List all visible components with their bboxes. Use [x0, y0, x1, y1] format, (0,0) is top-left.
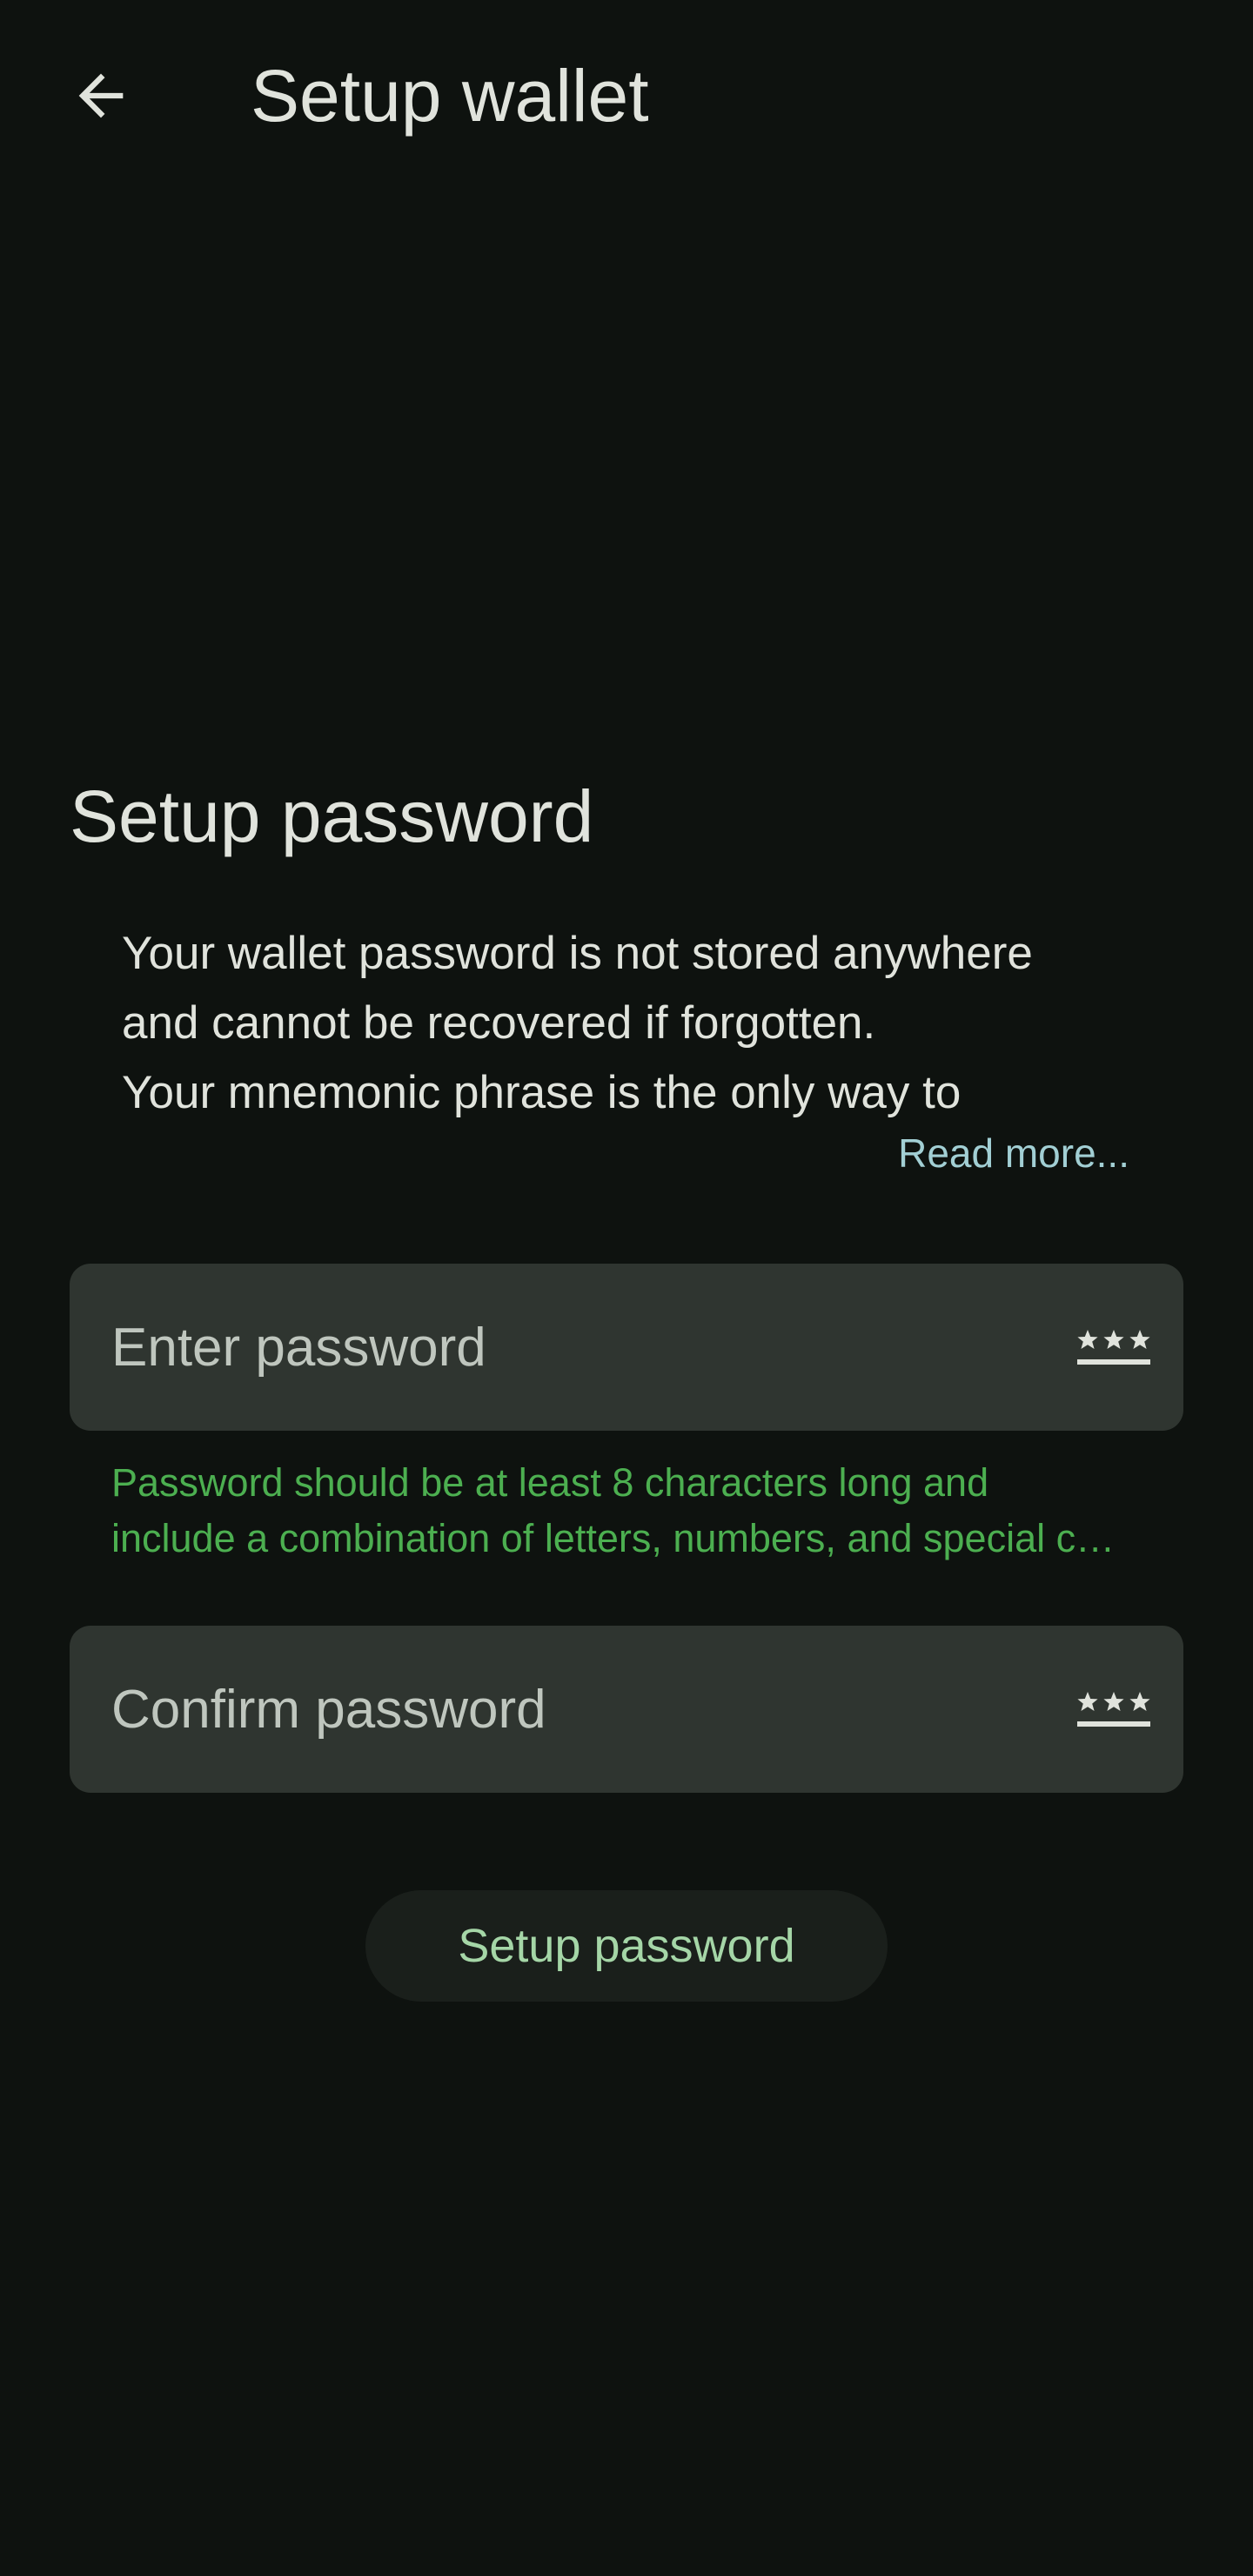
password-mask-icon[interactable]	[1075, 1683, 1152, 1735]
back-button[interactable]	[49, 45, 153, 150]
setup-wallet-screen: Setup wallet Setup password Your wallet …	[0, 0, 1253, 2576]
hint-line: include a combination of letters, number…	[111, 1516, 1121, 1560]
section-title: Setup password	[70, 775, 594, 857]
info-line: and cannot be recovered if forgotten.	[122, 997, 876, 1049]
password-requirements-hint: Password should be at least 8 characters…	[111, 1455, 1121, 1566]
read-more-link[interactable]: Read more...	[898, 1123, 1129, 1184]
top-app-bar: Setup wallet	[0, 0, 1253, 195]
page-title: Setup wallet	[251, 55, 649, 137]
enter-password-input[interactable]	[111, 1264, 1025, 1431]
password-mask-icon[interactable]	[1075, 1321, 1152, 1373]
confirm-password-field[interactable]	[70, 1626, 1183, 1793]
password-info-text[interactable]: Your wallet password is not stored anywh…	[122, 919, 1149, 1128]
arrow-left-icon	[68, 63, 134, 133]
hint-line: Password should be at least 8 characters…	[111, 1460, 989, 1505]
enter-password-field[interactable]	[70, 1264, 1183, 1431]
setup-password-button[interactable]: Setup password	[365, 1890, 888, 2002]
info-line: Your wallet password is not stored anywh…	[122, 928, 1033, 979]
info-line: Your mnemonic phrase is the only way to	[122, 1067, 962, 1118]
confirm-password-input[interactable]	[111, 1626, 1025, 1793]
